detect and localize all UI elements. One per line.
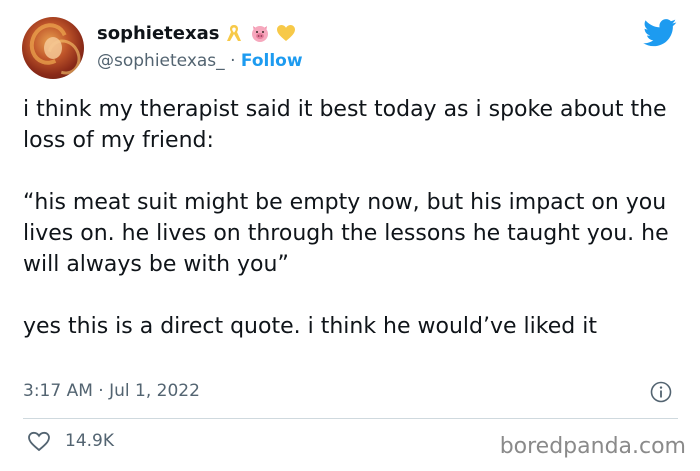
avatar[interactable] [22,17,84,79]
handle[interactable]: @sophietexas_ [97,51,225,71]
pig-face-icon [252,26,269,42]
tweet-paragraph: yes this is a direct quote. i think he w… [23,314,597,339]
yellow-heart-icon [277,25,296,41]
heart-icon [28,431,50,452]
like-count: 14.9K [65,431,114,451]
like-button[interactable]: 14.9K [27,430,114,452]
divider [23,418,678,419]
tweet-paragraph: i think my therapist said it best today … [23,97,667,153]
display-name[interactable]: sophietexas [97,23,219,44]
tweet-text: i think my therapist said it best today … [23,94,683,342]
twitter-bird-icon[interactable] [643,19,677,47]
timestamp[interactable]: 3:17 AM · Jul 1, 2022 [23,381,200,401]
author-name-line: sophietexas [97,22,297,44]
watermark: boredpanda.com [499,434,686,459]
handle-line: @sophietexas_ · Follow [97,51,303,71]
separator: · [224,51,241,71]
tweet-paragraph: “his meat suit might be empty now, but h… [23,190,669,277]
info-icon[interactable] [650,381,672,403]
follow-button[interactable]: Follow [241,51,303,71]
yellow-ribbon-icon [227,25,242,41]
